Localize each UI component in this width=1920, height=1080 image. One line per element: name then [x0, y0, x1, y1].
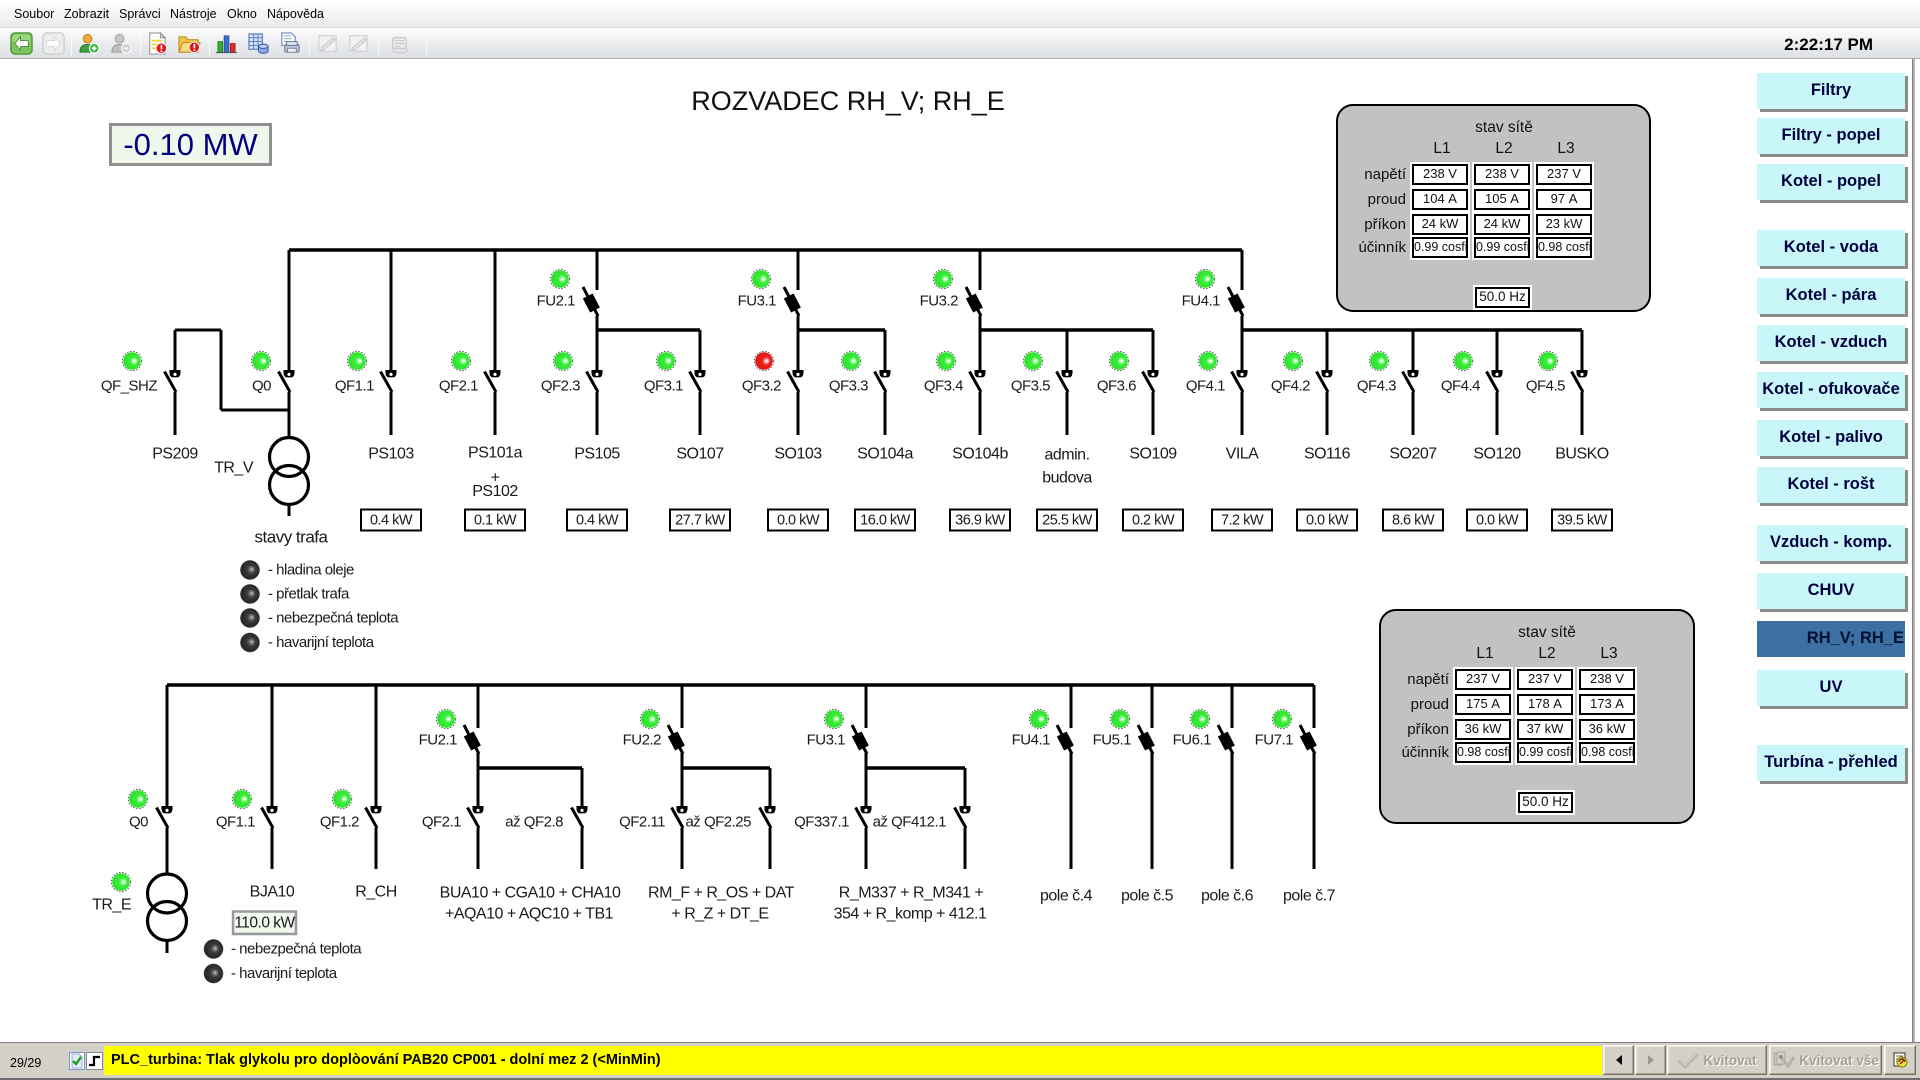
svg-text:SO120: SO120	[1473, 446, 1521, 463]
svg-text:QF2.3: QF2.3	[541, 378, 580, 395]
svg-text:QF2.1: QF2.1	[439, 378, 478, 395]
svg-text:BUA10 + CGA10 + CHA10: BUA10 + CGA10 + CHA10	[440, 885, 621, 902]
svg-text:RM_F + R_OS + DAT: RM_F + R_OS + DAT	[648, 885, 795, 902]
svg-text:16.0 kW: 16.0 kW	[860, 513, 910, 529]
svg-text:R_M337 + R_M341 +: R_M337 + R_M341 +	[839, 885, 984, 902]
svg-text:QF2.11: QF2.11	[619, 814, 665, 831]
svg-text:BUSKO: BUSKO	[1555, 446, 1609, 463]
svg-text:+ R_Z + DT_E: + R_Z + DT_E	[671, 906, 768, 923]
svg-text:až QF2.8: až QF2.8	[505, 814, 563, 831]
svg-text:SO207: SO207	[1389, 446, 1437, 463]
svg-text:QF_SHZ: QF_SHZ	[101, 378, 158, 395]
svg-text:pole č.5: pole č.5	[1121, 888, 1174, 905]
svg-text:0.4 kW: 0.4 kW	[576, 513, 619, 529]
svg-text:QF4.5: QF4.5	[1526, 378, 1565, 395]
svg-text:Q0: Q0	[252, 378, 271, 395]
svg-text:FU4.1: FU4.1	[1012, 732, 1051, 749]
svg-text:FU5.1: FU5.1	[1093, 732, 1132, 749]
svg-text:36.9 kW: 36.9 kW	[955, 513, 1005, 529]
svg-text:SO109: SO109	[1129, 446, 1177, 463]
svg-text:FU7.1: FU7.1	[1255, 732, 1294, 749]
svg-text:FU6.1: FU6.1	[1173, 732, 1212, 749]
svg-text:QF3.3: QF3.3	[829, 378, 868, 395]
svg-text:BJA10: BJA10	[250, 884, 295, 901]
svg-text:PS101a: PS101a	[468, 445, 523, 462]
svg-text:až QF2.25: až QF2.25	[685, 814, 751, 831]
svg-text:QF3.6: QF3.6	[1097, 378, 1136, 395]
svg-text:QF1.1: QF1.1	[216, 814, 255, 831]
svg-text:admin.: admin.	[1044, 447, 1089, 464]
svg-text:QF4.3: QF4.3	[1357, 378, 1396, 395]
svg-text:PS103: PS103	[368, 446, 414, 463]
svg-text:354 + R_komp + 412.1: 354 + R_komp + 412.1	[834, 906, 987, 923]
svg-text:PS105: PS105	[574, 446, 620, 463]
svg-text:QF3.5: QF3.5	[1011, 378, 1050, 395]
svg-text:SO103: SO103	[774, 446, 822, 463]
svg-text:QF3.2: QF3.2	[742, 378, 781, 395]
svg-text:110.0 kW: 110.0 kW	[234, 915, 295, 932]
svg-text:PS102: PS102	[472, 483, 518, 500]
svg-text:SO104b: SO104b	[952, 446, 1008, 463]
svg-text:- havarijní teplota: - havarijní teplota	[268, 634, 375, 651]
svg-text:FU4.1: FU4.1	[1182, 293, 1221, 310]
svg-text:FU3.2: FU3.2	[920, 293, 959, 310]
svg-text:25.5 kW: 25.5 kW	[1042, 513, 1092, 529]
svg-text:SO116: SO116	[1304, 446, 1351, 463]
svg-text:QF4.4: QF4.4	[1441, 378, 1480, 395]
svg-text:8.6 kW: 8.6 kW	[1392, 513, 1435, 529]
svg-text:QF1.1: QF1.1	[335, 378, 374, 395]
svg-text:QF3.4: QF3.4	[924, 378, 963, 395]
svg-text:SO104a: SO104a	[857, 446, 913, 463]
svg-text:7.2 kW: 7.2 kW	[1221, 513, 1264, 529]
svg-text:0.0 kW: 0.0 kW	[777, 513, 820, 529]
svg-text:Q0: Q0	[129, 814, 148, 831]
svg-text:39.5 kW: 39.5 kW	[1557, 513, 1607, 529]
svg-text:0.0 kW: 0.0 kW	[1476, 513, 1519, 529]
svg-text:+AQA10 + AQC10 + TB1: +AQA10 + AQC10 + TB1	[445, 906, 614, 923]
svg-text:27.7 kW: 27.7 kW	[675, 513, 725, 529]
svg-text:- nebezpečná teplota: - nebezpečná teplota	[268, 610, 399, 627]
svg-text:QF2.1: QF2.1	[422, 814, 461, 831]
svg-text:budova: budova	[1042, 470, 1092, 487]
svg-text:pole č.4: pole č.4	[1040, 888, 1093, 905]
svg-text:TR_V: TR_V	[214, 460, 254, 477]
svg-text:0.4 kW: 0.4 kW	[370, 513, 413, 529]
svg-text:FU3.1: FU3.1	[807, 732, 846, 749]
svg-text:0.0 kW: 0.0 kW	[1306, 513, 1349, 529]
svg-text:0.2 kW: 0.2 kW	[1132, 513, 1175, 529]
svg-text:FU2.2: FU2.2	[623, 732, 662, 749]
svg-text:- havarijní teplota: - havarijní teplota	[231, 965, 338, 982]
svg-text:QF1.2: QF1.2	[320, 814, 359, 831]
svg-text:až QF412.1: až QF412.1	[873, 814, 947, 831]
svg-text:pole č.7: pole č.7	[1283, 888, 1336, 905]
svg-text:- přetlak trafa: - přetlak trafa	[268, 586, 350, 603]
svg-text:stavy trafa: stavy trafa	[255, 528, 329, 547]
svg-text:0.1 kW: 0.1 kW	[474, 513, 517, 529]
svg-text:FU2.1: FU2.1	[537, 293, 576, 310]
svg-text:VILA: VILA	[1226, 446, 1260, 463]
svg-text:SO107: SO107	[676, 446, 724, 463]
svg-text:- hladina oleje: - hladina oleje	[268, 562, 354, 579]
svg-text:FU2.1: FU2.1	[419, 732, 458, 749]
svg-text:pole č.6: pole č.6	[1201, 888, 1254, 905]
svg-text:QF3.1: QF3.1	[644, 378, 683, 395]
svg-text:FU3.1: FU3.1	[738, 293, 777, 310]
svg-text:PS209: PS209	[152, 446, 198, 463]
svg-text:QF337.1: QF337.1	[794, 814, 849, 831]
svg-text:QF4.1: QF4.1	[1186, 378, 1225, 395]
svg-text:QF4.2: QF4.2	[1271, 378, 1310, 395]
svg-text:R_CH: R_CH	[355, 884, 397, 901]
svg-text:TR_E: TR_E	[92, 897, 131, 914]
svg-text:- nebezpečná teplota: - nebezpečná teplota	[231, 941, 362, 958]
